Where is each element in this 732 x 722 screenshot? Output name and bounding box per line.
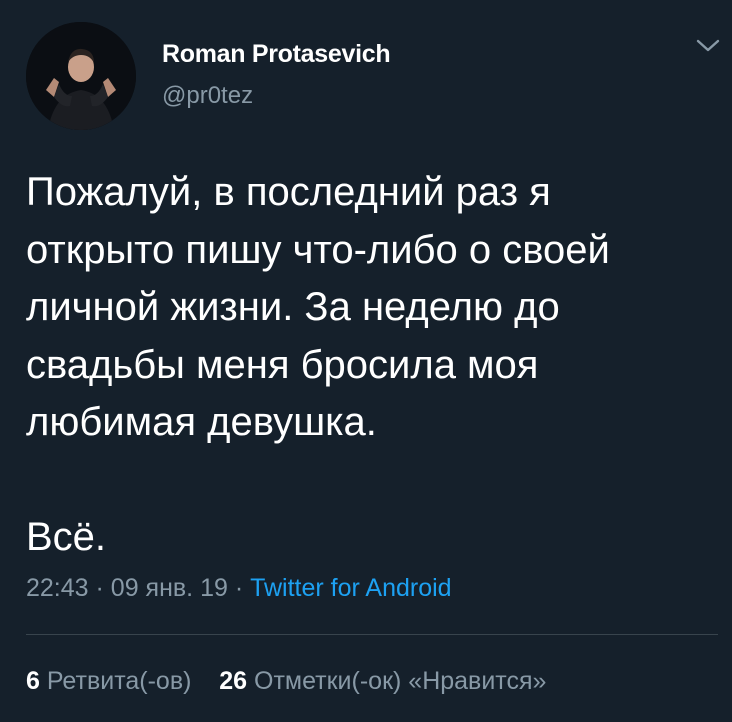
- chevron-down-icon[interactable]: [694, 36, 722, 56]
- tweet-source-link[interactable]: Twitter for Android: [250, 574, 451, 602]
- tweet-date: 09 янв. 19: [110, 574, 228, 602]
- tweet-text: Пожалуй, в последний раз я открыто пишу …: [26, 170, 610, 559]
- retweets-count: 6: [26, 667, 40, 695]
- likes-stat[interactable]: 26 Отметки(-ок) «Нравится»: [219, 667, 546, 695]
- author-name[interactable]: Roman Protasevich: [162, 40, 391, 69]
- tweet-time: 22:43: [26, 574, 89, 602]
- tweet-stats: 6 Ретвита(-ов) 26 Отметки(-ок) «Нравится…: [26, 667, 546, 696]
- meta-separator: ·: [234, 574, 244, 602]
- tweet-meta: 22:43 · 09 янв. 19 · Twitter for Android: [26, 574, 452, 603]
- likes-count: 26: [219, 667, 248, 695]
- retweets-stat[interactable]: 6 Ретвита(-ов): [26, 667, 191, 695]
- avatar-image: [26, 22, 136, 130]
- avatar[interactable]: [26, 22, 136, 130]
- likes-label: Отметки(-ок) «Нравится»: [254, 667, 547, 695]
- meta-separator: ·: [95, 574, 104, 602]
- author-handle[interactable]: @pr0tez: [162, 82, 253, 110]
- retweets-label: Ретвита(-ов): [46, 667, 192, 695]
- divider: [26, 634, 718, 635]
